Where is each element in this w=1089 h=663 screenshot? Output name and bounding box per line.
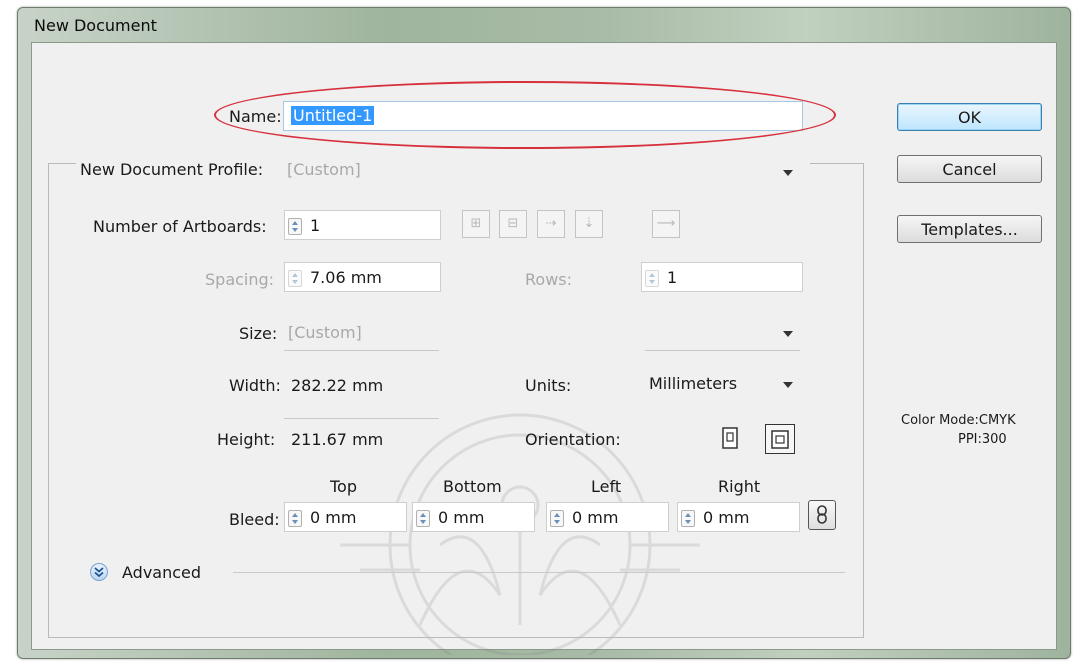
bleed-bottom-label: Bottom [443, 477, 502, 496]
spinner-icon[interactable] [550, 510, 564, 527]
bleed-right-value: 0 mm [703, 508, 750, 527]
rows-value: 1 [667, 268, 678, 287]
spinner-icon[interactable] [416, 510, 430, 527]
advanced-label[interactable]: Advanced [122, 563, 201, 582]
profile-row[interactable]: New Document Profile: [Custom] [76, 160, 810, 184]
bleed-bottom-value: 0 mm [438, 508, 485, 527]
size-value: [Custom] [288, 323, 362, 342]
rows-input[interactable]: 1 [641, 262, 803, 292]
profile-label: New Document Profile: [80, 160, 264, 179]
grid-by-column-icon[interactable]: ⊟ [499, 210, 527, 238]
spinner-icon[interactable] [681, 510, 695, 527]
artboards-label: Number of Artboards: [93, 217, 267, 236]
artboards-value: 1 [310, 216, 321, 235]
width-value: 282.22 mm [291, 376, 384, 395]
rows-label: Rows: [525, 270, 572, 289]
spacing-value: 7.06 mm [310, 268, 382, 287]
spinner-icon[interactable] [288, 270, 302, 287]
spacing-input[interactable]: 7.06 mm [284, 262, 441, 292]
ok-button[interactable]: OK [897, 103, 1042, 131]
units-label: Units: [525, 376, 572, 395]
bleed-left-input[interactable]: 0 mm [546, 502, 669, 532]
portrait-icon[interactable] [716, 424, 744, 454]
cancel-button[interactable]: Cancel [897, 155, 1042, 183]
size-dropdown[interactable]: [Custom] [284, 318, 804, 348]
units-value: Millimeters [649, 374, 738, 393]
bleed-left-value: 0 mm [572, 508, 619, 527]
height-value: 211.67 mm [291, 430, 384, 449]
window-title: New Document [34, 16, 157, 35]
spinner-icon[interactable] [288, 510, 302, 527]
height-label: Height: [217, 430, 276, 449]
spinner-icon[interactable] [288, 218, 302, 235]
expand-advanced-icon[interactable] [90, 563, 108, 581]
link-bleed-icon[interactable] [808, 500, 836, 530]
profile-value: [Custom] [287, 160, 361, 179]
bleed-label: Bleed: [229, 510, 280, 529]
bleed-bottom-input[interactable]: 0 mm [412, 502, 535, 532]
arrange-by-row-icon[interactable]: ⇢ [537, 210, 565, 238]
highlight-ellipse [214, 81, 836, 149]
size-label: Size: [239, 324, 278, 343]
color-mode-text: Color Mode:CMYK [901, 413, 1016, 428]
chevron-down-icon[interactable] [783, 331, 793, 337]
width-input[interactable]: 282.22 mm [284, 370, 441, 400]
chevron-down-icon[interactable] [783, 382, 793, 388]
spinner-icon[interactable] [645, 270, 659, 287]
orientation-label: Orientation: [525, 430, 621, 449]
bleed-left-label: Left [591, 477, 622, 496]
chevron-down-icon[interactable] [783, 170, 793, 176]
landscape-icon[interactable] [765, 424, 795, 454]
divider [645, 350, 800, 351]
layout-direction-icon[interactable]: ⟶ [652, 210, 680, 238]
units-dropdown[interactable]: Millimeters [641, 368, 803, 398]
divider [284, 418, 439, 419]
grid-by-row-icon[interactable]: ⊞ [462, 210, 490, 238]
bleed-right-input[interactable]: 0 mm [677, 502, 800, 532]
bleed-right-label: Right [718, 477, 761, 496]
width-label: Width: [229, 376, 281, 395]
advanced-divider [233, 572, 845, 573]
bleed-top-label: Top [330, 477, 357, 496]
bleed-top-value: 0 mm [310, 508, 357, 527]
artboards-input[interactable]: 1 [284, 210, 441, 240]
arrange-by-column-icon[interactable]: ⇣ [575, 210, 603, 238]
divider [284, 350, 439, 351]
height-input[interactable]: 211.67 mm [284, 424, 441, 454]
ppi-text: PPI:300 [958, 432, 1007, 447]
spacing-label: Spacing: [205, 270, 275, 289]
bleed-top-input[interactable]: 0 mm [284, 502, 407, 532]
templates-button[interactable]: Templates... [897, 215, 1042, 243]
